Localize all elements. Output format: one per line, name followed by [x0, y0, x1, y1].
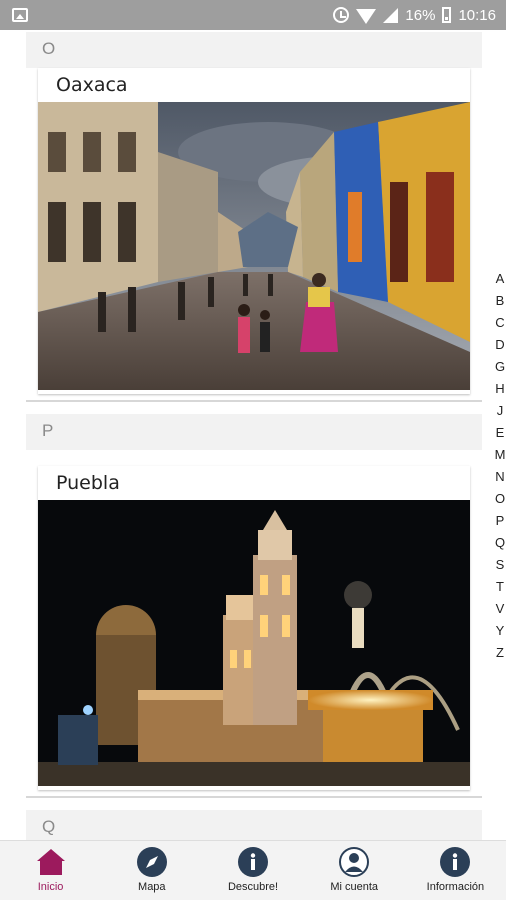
city-photo-oaxaca: [38, 102, 470, 390]
index-letter[interactable]: T: [496, 576, 504, 598]
nav-inicio[interactable]: Inicio: [0, 841, 101, 900]
status-bar: 16% 10:16: [0, 0, 506, 30]
city-card-oaxaca[interactable]: Oaxaca: [38, 68, 470, 394]
city-list[interactable]: O Oaxaca P Puebla Q: [0, 30, 506, 840]
index-letter[interactable]: O: [495, 488, 505, 510]
clock: 10:16: [458, 6, 496, 24]
nav-label: Inicio: [37, 881, 64, 893]
nav-label: Información: [426, 881, 485, 893]
index-letter[interactable]: Z: [496, 642, 504, 664]
section-divider: [26, 400, 482, 402]
index-letter[interactable]: P: [496, 510, 505, 532]
section-letter: P: [42, 421, 54, 440]
index-letter[interactable]: G: [495, 356, 505, 378]
nav-mi-cuenta[interactable]: Mi cuenta: [304, 841, 405, 900]
city-photo-puebla: [38, 500, 470, 786]
index-letter[interactable]: A: [496, 268, 505, 290]
nav-label: Descubre!: [227, 881, 279, 893]
nav-label: Mapa: [138, 881, 166, 893]
index-letter[interactable]: S: [496, 554, 505, 576]
section-header-p: P: [26, 414, 482, 450]
bottom-navigation: Inicio Mapa Descubre! Mi cuenta Informac…: [0, 840, 506, 900]
index-letter[interactable]: C: [495, 312, 504, 334]
section-letter: Q: [42, 817, 56, 836]
section-divider: [26, 796, 482, 798]
index-letter[interactable]: Q: [495, 532, 505, 554]
home-icon: [36, 849, 65, 875]
section-header-q: Q: [26, 810, 482, 840]
index-letter[interactable]: V: [496, 598, 505, 620]
wifi-icon: [356, 8, 377, 24]
signal-icon: [383, 7, 399, 23]
index-letter[interactable]: Y: [496, 620, 505, 642]
section-header-o: O: [26, 32, 482, 68]
index-letter[interactable]: N: [495, 466, 504, 488]
account-icon: [339, 847, 370, 877]
nav-descubre[interactable]: Descubre!: [202, 841, 303, 900]
city-name: Puebla: [56, 472, 120, 494]
index-letter[interactable]: J: [497, 400, 504, 422]
city-name: Oaxaca: [56, 74, 128, 96]
alphabet-index[interactable]: A B C D G H J E M N O P Q S T V Y Z: [492, 268, 506, 664]
battery-icon: [442, 7, 452, 23]
compass-icon: [136, 847, 167, 877]
index-letter[interactable]: H: [495, 378, 504, 400]
nav-informacion[interactable]: Información: [405, 841, 506, 900]
city-card-puebla[interactable]: Puebla: [38, 466, 470, 790]
index-letter[interactable]: D: [495, 334, 504, 356]
section-letter: O: [42, 39, 56, 58]
nav-label: Mi cuenta: [330, 881, 379, 893]
nav-mapa[interactable]: Mapa: [101, 841, 202, 900]
index-letter[interactable]: B: [496, 290, 505, 312]
image-notification-icon: [12, 8, 28, 22]
info-icon: [238, 847, 268, 877]
index-letter[interactable]: M: [495, 444, 506, 466]
index-letter[interactable]: E: [496, 422, 505, 444]
alarm-icon: [333, 7, 350, 23]
info-icon: [440, 847, 471, 877]
battery-percent: 16%: [405, 6, 436, 24]
